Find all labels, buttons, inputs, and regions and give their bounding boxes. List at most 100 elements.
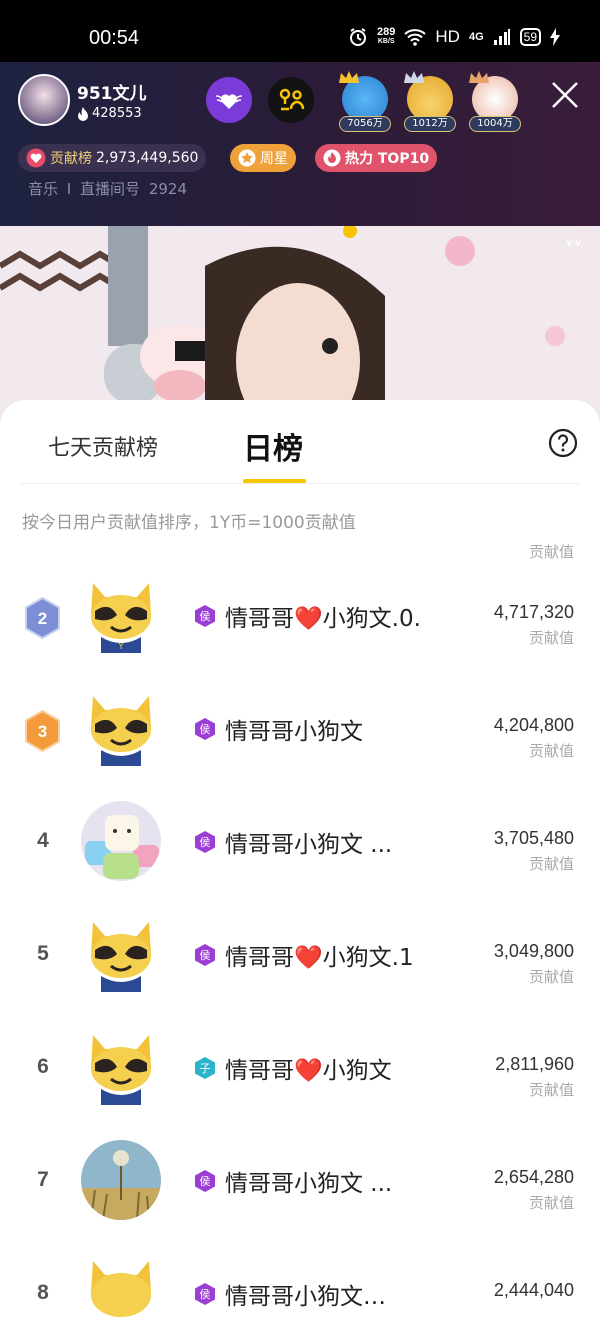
- room-number: 2924: [148, 180, 187, 198]
- host-name[interactable]: 951文儿: [77, 79, 147, 104]
- tabs-divider: [20, 483, 580, 484]
- level-text: 侯: [200, 609, 211, 623]
- noble-level-badge: 侯: [195, 831, 215, 853]
- noble-level-badge: 侯: [195, 944, 215, 966]
- weekly-star-pill[interactable]: 周星: [230, 144, 296, 172]
- ranking-description: 按今日用户贡献值排序，1Y币=1000贡献值: [22, 513, 356, 533]
- room-category: 音乐: [28, 180, 59, 198]
- score-label: 贡献值: [528, 1194, 574, 1212]
- rank-number: 8: [37, 1281, 49, 1304]
- noble-level-badge: 侯: [195, 718, 215, 740]
- rank-number: 2: [38, 609, 47, 628]
- user-avatar-photo: [81, 1140, 161, 1220]
- list-item-rank-3[interactable]: 3 侯 情哥哥小狗文 4,204,800 贡献值: [0, 696, 600, 823]
- top-fan-tag: 7056万: [339, 116, 391, 132]
- charging-icon: [550, 28, 560, 46]
- score-label: 贡献值: [528, 968, 574, 986]
- panel-tabs: 七天贡献榜 日榜: [0, 400, 600, 484]
- list-item-rank-1[interactable]: 贡献值: [0, 540, 600, 566]
- hot-flame-icon: [323, 149, 341, 167]
- contribution-panel: 七天贡献榜 日榜 按今日用户贡献值排序，1Y币=1000贡献值 贡献值 2 Y …: [0, 400, 600, 1331]
- rank-number: 5: [37, 942, 49, 965]
- subscribe-heart-button[interactable]: [206, 77, 252, 123]
- level-text: 侯: [200, 1287, 211, 1301]
- fans-count: 428553: [92, 106, 142, 121]
- rank-number: 3: [38, 722, 47, 741]
- level-text: 侯: [200, 1174, 211, 1188]
- contribution-label: 贡献榜: [50, 151, 92, 167]
- crown-icon: [339, 71, 359, 83]
- bronze-rank-badge: 3: [25, 710, 60, 752]
- user-score: 3,049,800: [493, 941, 574, 961]
- score-label: 贡献值: [528, 742, 574, 760]
- svg-text:∨∨: ∨∨: [565, 235, 583, 249]
- contribution-value: 2,973,449,560: [96, 150, 199, 166]
- yy-mascot-avatar: [91, 1035, 151, 1105]
- screen: 00:54 289 KB/S HD 4G 59 951文儿 428553 705…: [0, 0, 600, 1331]
- help-icon[interactable]: [548, 428, 578, 458]
- status-bar: 00:54 289 KB/S HD 4G 59: [0, 0, 600, 62]
- level-text: 子: [200, 1062, 211, 1075]
- score-label: 贡献值: [528, 543, 574, 561]
- status-icons: 289 KB/S HD 4G 59: [348, 27, 560, 47]
- user-name[interactable]: 情哥哥❤️小狗文.1: [225, 938, 414, 972]
- tab-daily[interactable]: 日榜: [243, 424, 303, 468]
- mic-users-button[interactable]: [268, 77, 314, 123]
- yy-mascot-avatar: [91, 922, 151, 992]
- heart-icon: [26, 148, 46, 168]
- user-name[interactable]: 情哥哥小狗文 ...: [225, 825, 392, 859]
- status-time: 00:54: [89, 27, 140, 49]
- hot-top10-pill[interactable]: 热力 TOP10: [315, 144, 438, 172]
- svg-text:Y: Y: [117, 642, 124, 652]
- user-score: 2,444,040: [493, 1280, 574, 1300]
- top-fan-1[interactable]: 7056万: [338, 71, 392, 132]
- user-score: 2,654,280: [493, 1167, 574, 1187]
- user-name[interactable]: 情哥哥❤️小狗文: [225, 1051, 392, 1085]
- room-info: 音乐 I 直播间号 2924: [28, 180, 187, 198]
- yy-mascot-avatar: [91, 1261, 151, 1317]
- contribution-rank-pill[interactable]: 贡献榜 2,973,449,560: [18, 144, 207, 172]
- score-label: 贡献值: [528, 855, 574, 873]
- noble-level-badge: 子: [195, 1057, 215, 1079]
- signal-icon: [493, 29, 510, 45]
- noble-level-badge: 侯: [195, 605, 215, 627]
- yy-mascot-avatar: Y: [91, 583, 151, 653]
- score-label: 贡献值: [528, 1081, 574, 1099]
- tab-seven-day[interactable]: 七天贡献榜: [48, 430, 158, 462]
- star-icon: [238, 149, 256, 167]
- hot-label: 热力 TOP10: [345, 151, 430, 167]
- user-name[interactable]: 情哥哥❤️小狗文.0.: [225, 599, 421, 633]
- level-text: 侯: [200, 835, 211, 849]
- user-name[interactable]: 情哥哥小狗文…: [225, 1277, 386, 1311]
- ranking-list[interactable]: 贡献值 2 Y 侯 情哥哥❤️小狗文.0. 4,717,320 贡献值 3 侯 …: [0, 540, 600, 1331]
- weekly-star-label: 周星: [260, 151, 288, 167]
- heart-wings-icon: [215, 94, 243, 109]
- speed-value: 289: [377, 26, 396, 38]
- level-text: 侯: [200, 948, 211, 962]
- hd-indicator: HD: [435, 27, 460, 46]
- live-video[interactable]: ∨∨: [0, 226, 600, 426]
- top-fan-3[interactable]: 1004万: [468, 71, 522, 132]
- user-name[interactable]: 情哥哥小狗文 ...: [225, 1164, 392, 1198]
- top-fan-2[interactable]: 1012万: [403, 71, 457, 132]
- user-score: 4,717,320: [493, 602, 574, 622]
- list-item-rank-8[interactable]: 8 侯 情哥哥小狗文… 2,444,040: [0, 1261, 600, 1331]
- silver-rank-badge: 2: [25, 597, 60, 639]
- yy-mascot-avatar: [91, 696, 151, 766]
- close-icon[interactable]: [550, 80, 580, 110]
- speed-unit: KB/S: [377, 38, 395, 45]
- rank-number: 7: [37, 1168, 49, 1191]
- live-room-header: 951文儿 428553 7056万 1012万 1004万 贡献榜 2,973…: [0, 62, 600, 226]
- noble-level-badge: 侯: [195, 1283, 215, 1305]
- user-avatar-photo: [81, 801, 161, 881]
- top-fan-tag: 1012万: [404, 116, 456, 132]
- list-item-rank-6[interactable]: 6 子 情哥哥❤️小狗文 2,811,960 贡献值: [0, 1035, 600, 1162]
- network-speed: 289 KB/S: [377, 26, 396, 46]
- user-name[interactable]: 情哥哥小狗文: [225, 712, 363, 746]
- user-score: 4,204,800: [493, 715, 574, 735]
- host-avatar[interactable]: [18, 74, 70, 126]
- flame-icon: [78, 106, 88, 121]
- crown-icon: [469, 71, 489, 83]
- level-text: 侯: [200, 722, 211, 736]
- noble-level-badge: 侯: [195, 1170, 215, 1192]
